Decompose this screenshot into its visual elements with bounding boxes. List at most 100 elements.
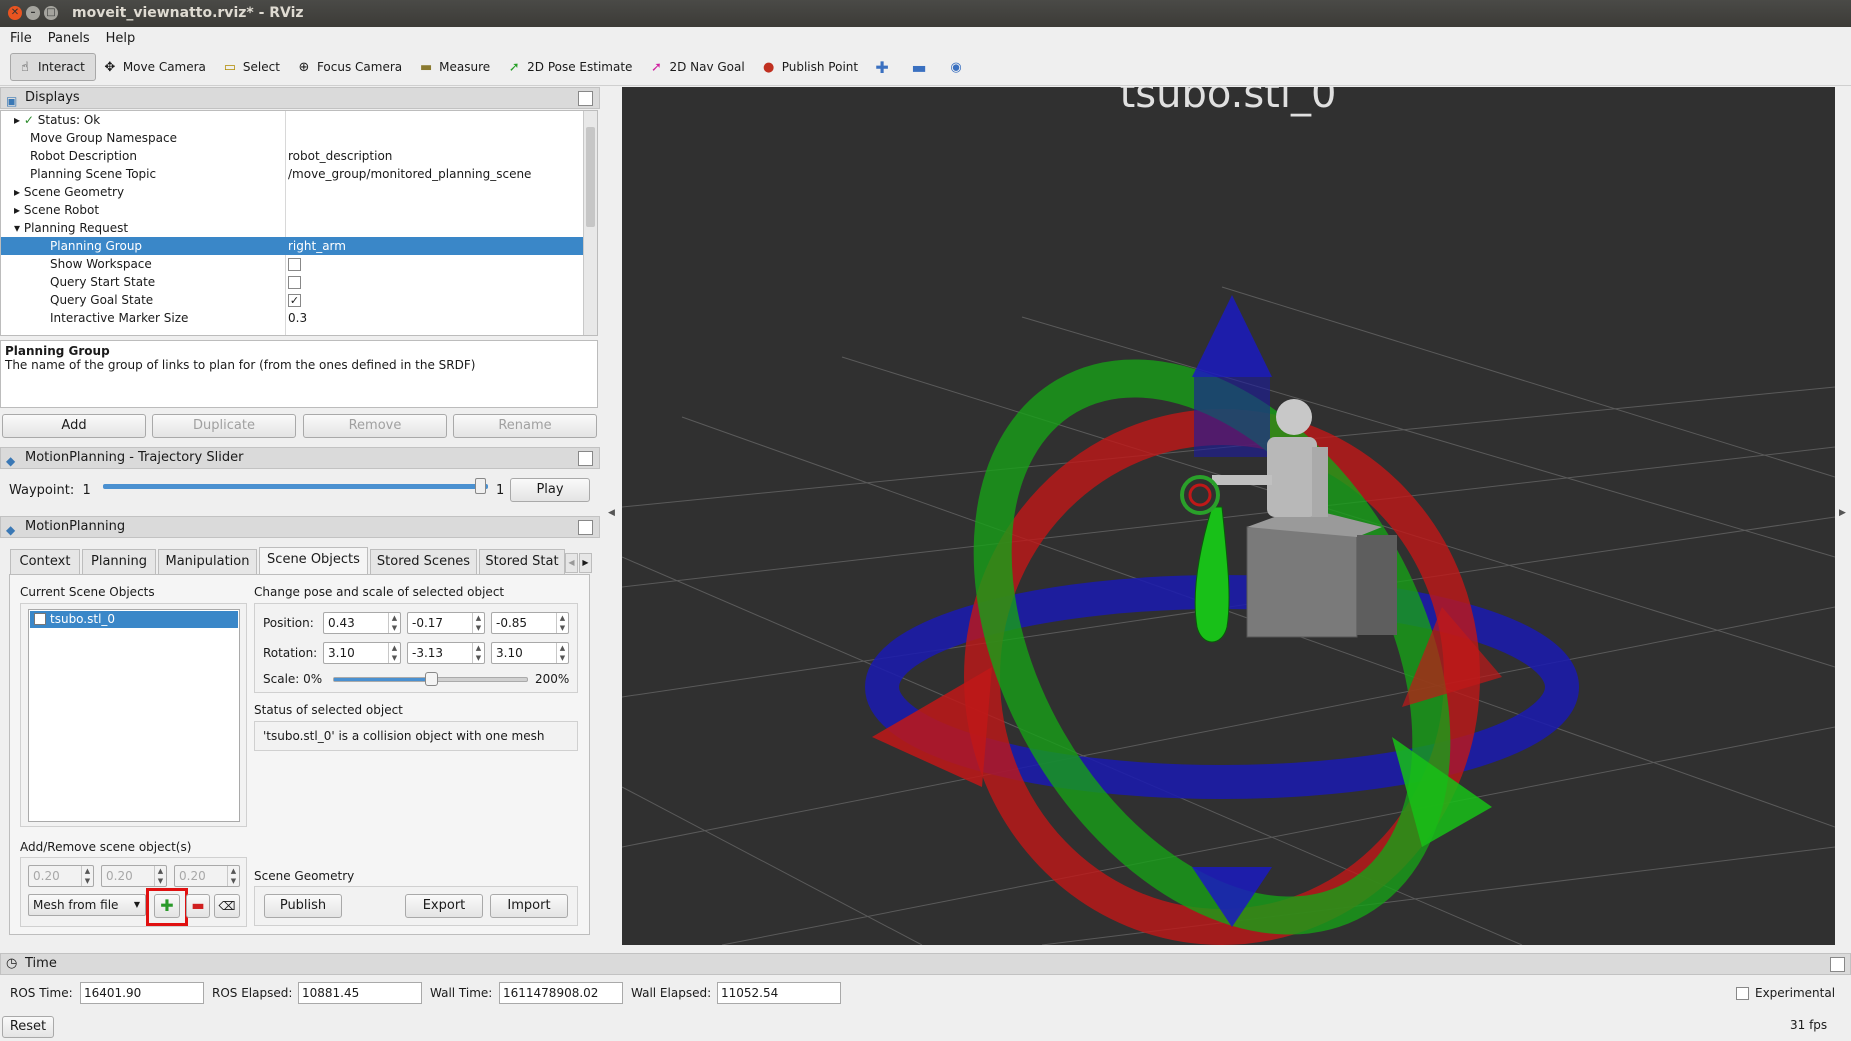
displays-undock-button[interactable]	[578, 91, 593, 106]
position-x-spinbox[interactable]: 0.43 ▲ ▼	[323, 612, 401, 634]
tree-row-interactive-marker-size[interactable]: Interactive Marker Size 0.3	[1, 309, 583, 327]
dimension-z-spinbox[interactable]: 0.20 ▲ ▼	[174, 865, 240, 887]
tree-key: Scene Robot	[23, 203, 100, 217]
tab-context[interactable]: Context	[10, 549, 80, 574]
tree-row-scene-geometry[interactable]: ▸ Scene Geometry	[1, 183, 583, 201]
tree-row-planning-request[interactable]: ▾ Planning Request	[1, 219, 583, 237]
position-z-spinbox[interactable]: -0.85 ▲ ▼	[491, 612, 569, 634]
spin-arrows-icon[interactable]: ▲ ▼	[556, 643, 568, 663]
tree-row-robot-description[interactable]: Robot Description robot_description	[1, 147, 583, 165]
select-tool-button[interactable]: ▭ Select	[216, 53, 290, 81]
motion-planning-icon: ◆	[6, 454, 16, 468]
pose-estimate-tool-button[interactable]: ➚ 2D Pose Estimate	[500, 53, 642, 81]
spin-arrows-icon[interactable]: ▲ ▼	[472, 643, 484, 663]
collapse-left-icon[interactable]: ◀	[608, 508, 615, 518]
view-tool-button[interactable]: ◉	[942, 53, 979, 81]
menu-file[interactable]: File	[10, 31, 32, 46]
menu-help[interactable]: Help	[106, 31, 136, 46]
waypoint-slider-track[interactable]	[103, 484, 488, 489]
tab-planning[interactable]: Planning	[82, 549, 156, 574]
3d-viewport[interactable]: tsubo.stl_0	[622, 87, 1835, 945]
tab-stored-states[interactable]: Stored Stat	[479, 549, 565, 574]
tree-row-planning-scene-topic[interactable]: Planning Scene Topic/move_group/monitore…	[1, 165, 583, 183]
focus-target-icon: ⊕	[298, 59, 310, 75]
move-camera-icon: ✥	[104, 59, 116, 75]
show-workspace-checkbox[interactable]	[288, 258, 301, 271]
tree-scrollbar[interactable]	[583, 111, 597, 335]
tab-scene-objects[interactable]: Scene Objects	[259, 547, 368, 574]
rotation-y-spinbox[interactable]: -3.13 ▲ ▼	[407, 642, 485, 664]
remove-tool-button[interactable]: ▬	[905, 53, 942, 81]
spin-arrows-icon[interactable]: ▲ ▼	[388, 613, 400, 633]
tab-scroll-left-icon[interactable]: ◀	[565, 553, 578, 573]
spin-arrows-icon[interactable]: ▲ ▼	[388, 643, 400, 663]
move-camera-tool-button[interactable]: ✥ Move Camera	[96, 53, 216, 81]
ros-time-field[interactable]: 16401.90	[80, 982, 204, 1004]
tree-key: Show Workspace	[50, 257, 152, 271]
spin-arrows-icon[interactable]: ▲ ▼	[154, 866, 166, 886]
tree-row-scene-robot[interactable]: ▸ Scene Robot	[1, 201, 583, 219]
spin-arrows-icon[interactable]: ▲ ▼	[472, 613, 484, 633]
time-undock-button[interactable]	[1830, 957, 1845, 972]
scene-objects-list[interactable]: tsubo.stl_0	[28, 609, 240, 822]
description-text: The name of the group of links to plan f…	[5, 358, 476, 372]
tree-row-move-group-namespace[interactable]: Move Group Namespace	[1, 129, 583, 147]
remove-display-button[interactable]: Remove	[303, 414, 447, 438]
close-window-icon[interactable]: ✕	[8, 6, 22, 20]
collapse-right-icon[interactable]: ▶	[1839, 508, 1846, 518]
rotation-x-spinbox[interactable]: 3.10 ▲ ▼	[323, 642, 401, 664]
reset-button[interactable]: Reset	[2, 1016, 54, 1038]
wall-elapsed-field[interactable]: 11052.54	[717, 982, 841, 1004]
tab-manipulation[interactable]: Manipulation	[158, 549, 257, 574]
tree-row-status[interactable]: ▸ ✓ Status: Ok	[1, 111, 583, 129]
shape-select[interactable]: Mesh from file ▼	[28, 894, 146, 916]
waypoint-slider-handle[interactable]	[475, 478, 486, 494]
dimension-x-spinbox[interactable]: 0.20 ▲ ▼	[28, 865, 94, 887]
scale-slider-handle[interactable]	[424, 672, 438, 686]
wall-time-field[interactable]: 1611478908.02	[499, 982, 623, 1004]
interact-tool-button[interactable]: ☝ Interact	[10, 53, 96, 81]
play-button[interactable]: Play	[510, 478, 590, 502]
spin-arrows-icon[interactable]: ▲ ▼	[556, 613, 568, 633]
focus-camera-tool-button[interactable]: ⊕ Focus Camera	[290, 53, 412, 81]
list-item[interactable]: tsubo.stl_0	[30, 611, 238, 628]
import-button[interactable]: Import	[490, 894, 568, 918]
dimension-y-spinbox[interactable]: 0.20 ▲ ▼	[101, 865, 167, 887]
add-tool-button[interactable]: ✚	[868, 53, 905, 81]
object-checkbox[interactable]	[34, 613, 46, 625]
motion-planning-undock-button[interactable]	[578, 520, 593, 535]
query-start-state-checkbox[interactable]	[288, 276, 301, 289]
tab-stored-scenes[interactable]: Stored Scenes	[370, 549, 477, 574]
tab-scroll-right-icon[interactable]: ▶	[579, 553, 592, 573]
duplicate-display-button[interactable]: Duplicate	[152, 414, 296, 438]
remove-object-button[interactable]: ▬	[186, 894, 210, 918]
publish-point-tool-button[interactable]: ● Publish Point	[755, 53, 868, 81]
tree-row-query-start-state[interactable]: Query Start State	[1, 273, 583, 291]
clear-objects-button[interactable]: ⌫	[214, 894, 240, 918]
rotation-z-spinbox[interactable]: 3.10 ▲ ▼	[491, 642, 569, 664]
export-button[interactable]: Export	[405, 894, 483, 918]
menu-panels[interactable]: Panels	[48, 31, 90, 46]
dropdown-arrow-icon: ▼	[133, 900, 140, 909]
scrollbar-thumb[interactable]	[586, 127, 595, 227]
ros-elapsed-field[interactable]: 10881.45	[298, 982, 422, 1004]
query-goal-state-checkbox[interactable]: ✓	[288, 294, 301, 307]
waypoint-max: 1	[496, 483, 505, 498]
rename-display-button[interactable]: Rename	[453, 414, 597, 438]
minimize-window-icon[interactable]: –	[26, 6, 40, 20]
tree-row-show-workspace[interactable]: Show Workspace	[1, 255, 583, 273]
add-display-button[interactable]: Add	[2, 414, 146, 438]
displays-tree[interactable]: ▸ ✓ Status: Ok Move Group Namespace Robo…	[0, 110, 598, 336]
position-y-spinbox[interactable]: -0.17 ▲ ▼	[407, 612, 485, 634]
measure-tool-button[interactable]: ▬ Measure	[412, 53, 500, 81]
spin-arrows-icon[interactable]: ▲ ▼	[227, 866, 239, 886]
trajectory-undock-button[interactable]	[578, 451, 593, 466]
tree-row-planning-group[interactable]: Planning Group right_arm	[1, 237, 583, 255]
publish-button[interactable]: Publish	[264, 894, 342, 918]
add-object-button[interactable]: ✚	[154, 894, 180, 918]
nav-goal-tool-button[interactable]: ➚ 2D Nav Goal	[642, 53, 754, 81]
maximize-window-icon[interactable]: □	[44, 6, 58, 20]
tree-row-query-goal-state[interactable]: Query Goal State ✓	[1, 291, 583, 309]
experimental-checkbox[interactable]	[1736, 987, 1749, 1000]
spin-arrows-icon[interactable]: ▲ ▼	[81, 866, 93, 886]
